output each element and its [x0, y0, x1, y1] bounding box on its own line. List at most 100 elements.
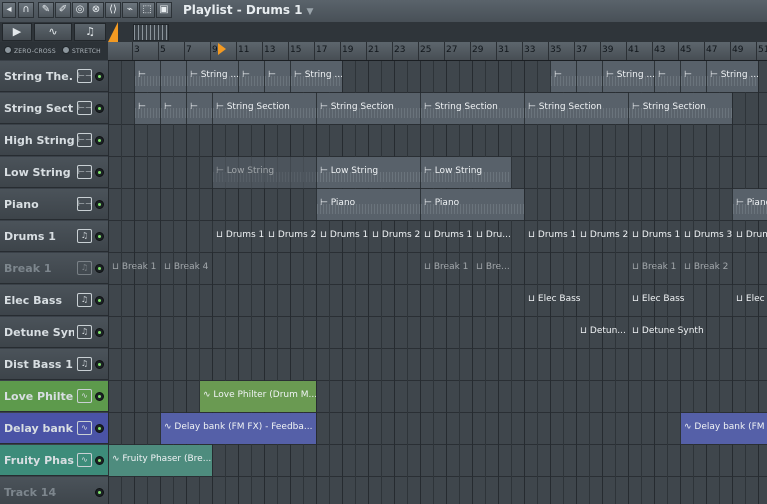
audio-clip[interactable]: ⊢ Low String [316, 157, 420, 188]
audio-clip[interactable]: ⊢ Low String [420, 157, 511, 188]
track-mute-led-icon[interactable] [95, 424, 104, 433]
track-name[interactable]: Delay bank ... [4, 422, 74, 435]
automation-clip[interactable]: ∿ Love Philter (Drum M... [199, 381, 316, 412]
track-header[interactable]: Low String ⊢⊣ [0, 157, 108, 188]
audio-clip[interactable]: ⊢ String ... [602, 61, 654, 92]
mute-tool-icon[interactable]: ⊗ [88, 2, 104, 18]
pattern-clip[interactable]: ⊔ Drums 1 [524, 221, 576, 252]
automation-clip[interactable]: ∿ Delay bank (FM FX) - Feedba... [160, 413, 316, 444]
window-title[interactable]: Playlist - Drums 1 ▼ [183, 3, 313, 17]
slice-tool-icon[interactable]: ⌁ [122, 2, 138, 18]
audio-clip[interactable]: ⊢ String ... [706, 61, 758, 92]
track-name[interactable]: Dist Bass 1 [4, 358, 74, 371]
zero-cross-toggle[interactable]: ZERO-CROSS [4, 46, 56, 55]
track-name[interactable]: Break 1 [4, 262, 74, 275]
pattern-clip[interactable]: ⊔ Dru... [472, 221, 511, 252]
track-name[interactable]: String Sect... [4, 102, 74, 115]
track-header[interactable]: Delay bank ...∿ [0, 413, 108, 444]
track-header[interactable]: Drums 1 ♫ [0, 221, 108, 252]
track-name[interactable]: Detune Syn... [4, 326, 74, 339]
pattern-clip[interactable]: ⊔ Elec Bass [732, 285, 767, 316]
audio-clip[interactable]: ⊢ String Section [212, 93, 316, 124]
audio-clip[interactable]: ⊢ String Section [316, 93, 420, 124]
audio-view-tab[interactable]: ♫ [74, 23, 106, 41]
track-name[interactable]: String The... [4, 70, 74, 83]
track-mute-led-icon[interactable] [95, 456, 104, 465]
title-dropdown-icon[interactable]: ▼ [307, 7, 314, 17]
pattern-clip[interactable]: ⊔ Break 1 [108, 253, 160, 284]
audio-clip[interactable]: ⊢ Low String [212, 157, 316, 188]
track-mute-led-icon[interactable] [95, 72, 104, 81]
track-mute-led-icon[interactable] [95, 392, 104, 401]
track-name[interactable]: Elec Bass [4, 294, 74, 307]
track-mute-led-icon[interactable] [95, 200, 104, 209]
pattern-clip[interactable]: ⊔ Drums 2 [576, 221, 628, 252]
draw-tool-icon[interactable]: ✎ [38, 2, 54, 18]
pattern-clip[interactable]: ⊔ Break 1 [420, 253, 472, 284]
pattern-clip[interactable]: ⊔ Detun... [576, 317, 628, 348]
audio-clip[interactable] [160, 61, 186, 92]
track-mute-led-icon[interactable] [95, 168, 104, 177]
track-header[interactable]: Elec Bass ♫ [0, 285, 108, 316]
track-name[interactable]: Low String [4, 166, 74, 179]
audio-clip[interactable]: ⊢ [160, 93, 186, 124]
audio-clip[interactable]: ⊢ [654, 61, 680, 92]
audio-clip[interactable]: ⊢ [134, 93, 160, 124]
automation-clip[interactable]: ∿ Delay bank (FM FX [680, 413, 767, 444]
pattern-clip[interactable]: ⊔ Drums 1 [316, 221, 368, 252]
audio-clip[interactable]: ⊢ String Section [420, 93, 524, 124]
track-lane[interactable] [108, 125, 767, 157]
delete-tool-icon[interactable]: ◎ [72, 2, 88, 18]
track-mute-led-icon[interactable] [95, 264, 104, 273]
track-header[interactable]: Track 14 [0, 477, 108, 504]
track-header[interactable]: Love Philte...∿ [0, 381, 108, 412]
audio-clip[interactable]: ⊢ [186, 93, 212, 124]
audio-clip[interactable]: ⊢ String Section [628, 93, 732, 124]
snap-magnet-icon[interactable]: ∩ [18, 2, 34, 18]
pattern-clip[interactable]: ⊔ Drums 1 [212, 221, 264, 252]
timeline-ruler[interactable]: 3 5 7 9 11 13 15 17 19 21 23 25 27 29 31 33 35 37 39 41 43 45… [108, 42, 767, 61]
stretch-toggle[interactable]: STRETCH [62, 46, 101, 55]
track-name[interactable]: Piano [4, 198, 74, 211]
track-name[interactable]: Track 14 [4, 486, 74, 499]
track-mute-led-icon[interactable] [95, 232, 104, 241]
slip-tool-icon[interactable]: ⟨⟩ [105, 2, 121, 18]
track-mute-led-icon[interactable] [95, 488, 104, 497]
audio-clip[interactable] [576, 61, 602, 92]
track-mute-led-icon[interactable] [95, 104, 104, 113]
automation-view-tab[interactable]: ∿ [34, 23, 72, 41]
track-header[interactable]: String The... ⊢⊣ [0, 61, 108, 92]
pattern-clip[interactable]: ⊔ Drums 2 [368, 221, 420, 252]
menu-arrow-icon[interactable]: ◂ [2, 2, 16, 18]
audio-clip[interactable]: ⊢ [680, 61, 706, 92]
playhead-marker[interactable] [218, 43, 226, 55]
audio-clip[interactable]: ⊢ Piano [732, 189, 767, 220]
track-header[interactable]: String Sect...⊢⊣ [0, 93, 108, 124]
pattern-clip[interactable]: ⊔ Bre... [472, 253, 511, 284]
track-lane[interactable] [108, 477, 767, 504]
audio-clip[interactable]: ⊢ String ... [290, 61, 342, 92]
audio-clip[interactable]: ⊢ String ... [186, 61, 238, 92]
paint-tool-icon[interactable]: ✐ [55, 2, 71, 18]
automation-clip[interactable]: ∿ Fruity Phaser (Bre... [108, 445, 212, 476]
track-header[interactable]: Piano ⊢⊣ [0, 189, 108, 220]
audio-clip[interactable]: ⊢ [264, 61, 290, 92]
audio-clip[interactable]: ⊢ [550, 61, 576, 92]
overview-scrollbar[interactable] [133, 24, 169, 41]
track-header[interactable]: Detune Syn...♫ [0, 317, 108, 348]
select-tool-icon[interactable]: ⬚ [139, 2, 155, 18]
pattern-view-tab[interactable]: ▶ [2, 23, 32, 41]
track-lane[interactable] [108, 349, 767, 381]
track-name[interactable]: Fruity Phas... [4, 454, 74, 467]
audio-clip[interactable]: ⊢ Piano [420, 189, 524, 220]
track-header[interactable]: Fruity Phas...∿ [0, 445, 108, 476]
track-mute-led-icon[interactable] [95, 328, 104, 337]
track-mute-led-icon[interactable] [95, 360, 104, 369]
pattern-clip[interactable]: ⊔ Break 4 [160, 253, 212, 284]
pattern-clip[interactable]: ⊔ Detune Synth [628, 317, 732, 348]
pattern-clip[interactable]: ⊔ Drums 1 [628, 221, 680, 252]
pattern-clip[interactable]: ⊔ Drums 2 [264, 221, 316, 252]
pattern-clip[interactable]: ⊔ Drums [732, 221, 767, 252]
track-name[interactable]: Drums 1 [4, 230, 74, 243]
audio-clip[interactable]: ⊢ String Section [524, 93, 628, 124]
